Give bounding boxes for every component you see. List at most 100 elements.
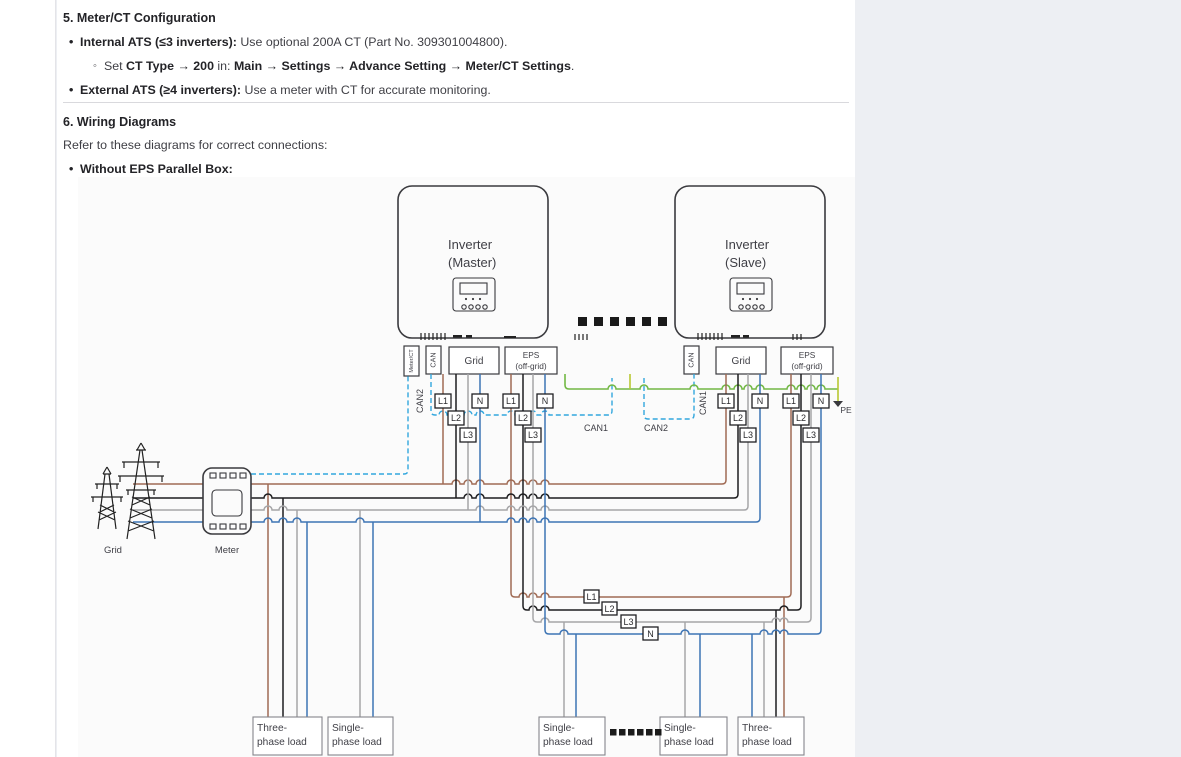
port-eps-slave-label-1: EPS <box>799 350 816 360</box>
document-page: 5. Meter/CT Configuration • Internal ATS… <box>0 0 1181 757</box>
bullet-icon: • <box>69 35 73 49</box>
sub-bullet-icon: ◦ <box>93 60 97 72</box>
ellipsis-square <box>646 729 653 736</box>
grid-caption: Grid <box>104 545 122 556</box>
grid-tower-large <box>118 443 164 539</box>
display-button <box>483 305 487 309</box>
bullet-icon: • <box>69 162 73 176</box>
port-meter-ct-label: Meter/CT <box>409 349 415 373</box>
meter-terminal <box>230 473 236 478</box>
display-dot <box>742 298 744 300</box>
label-n: N <box>818 396 825 406</box>
label-n: N <box>647 629 654 639</box>
terminal-mark <box>453 335 462 338</box>
port-eps-slave-label-2: (off-grid) <box>791 361 822 371</box>
display-button <box>469 305 473 309</box>
display-button <box>739 305 743 309</box>
wire-l2-grid-bus <box>251 374 738 498</box>
label-n: N <box>477 396 484 406</box>
inverter-slave-label-1: Inverter <box>725 237 770 252</box>
load-label: phase load <box>257 737 307 748</box>
inverter-master-label-2: (Master) <box>448 255 496 270</box>
display-dot <box>756 298 758 300</box>
display-button <box>760 305 764 309</box>
meter-terminal <box>220 473 226 478</box>
content-panel: 5. Meter/CT Configuration • Internal ATS… <box>57 0 855 757</box>
display-screen <box>460 283 487 294</box>
section-6-heading: 6. Wiring Diagrams <box>63 115 176 129</box>
ellipsis-square <box>626 317 635 326</box>
inverter-master: Inverter (Master) <box>398 186 587 340</box>
ellipsis-square <box>610 317 619 326</box>
left-margin-pane <box>0 0 56 757</box>
display-dot <box>749 298 751 300</box>
meter-terminal <box>220 524 226 529</box>
load-label: Three- <box>257 723 287 734</box>
label-l2: L2 <box>518 413 528 423</box>
label-n: N <box>757 396 764 406</box>
section-divider <box>63 102 849 103</box>
ellipsis-square <box>628 729 635 736</box>
sub-bullet-ct-type-text: Set CT Type → 200 in: Main → Settings → … <box>104 59 574 73</box>
meter-caption: Meter <box>215 545 239 556</box>
master-ports: Meter/CT CAN Grid EPS (off-grid) <box>404 346 557 376</box>
meter-screen <box>212 490 242 516</box>
display-button <box>476 305 480 309</box>
load-label: Single- <box>543 723 575 734</box>
bullet-icon: • <box>69 83 73 97</box>
meter-terminal <box>210 524 216 529</box>
label-l3: L3 <box>623 617 633 627</box>
display-button <box>753 305 757 309</box>
inverter-slave-terminals <box>698 333 801 340</box>
label-l3: L3 <box>743 430 753 440</box>
wiring-diagram-figure: Inverter (Master) <box>78 177 855 757</box>
pe-label: PE <box>840 405 852 415</box>
can1-vertical-label: CAN1 <box>698 391 708 415</box>
pe-ground-wires: PE <box>565 374 852 415</box>
wire-can-chain-2 <box>644 374 694 419</box>
terminal-mark <box>504 336 516 338</box>
inverter-master-display <box>453 278 495 311</box>
load-label: Single- <box>332 723 364 734</box>
label-l1: L1 <box>586 592 596 602</box>
label-l3: L3 <box>806 430 816 440</box>
ellipsis-square <box>655 729 662 736</box>
display-dot <box>472 298 474 300</box>
terminal-mark <box>731 335 740 338</box>
wiring-diagram-svg: Inverter (Master) <box>78 177 855 757</box>
meter-terminal <box>210 473 216 478</box>
ellipsis-square <box>610 729 617 736</box>
label-l2: L2 <box>733 413 743 423</box>
ellipsis-square <box>658 317 667 326</box>
energy-meter-icon: Meter <box>203 468 251 556</box>
inverter-slave: Inverter (Slave) <box>675 186 825 340</box>
section-5-heading: 5. Meter/CT Configuration <box>63 11 216 25</box>
wire-pe-bus <box>565 374 838 389</box>
port-grid-slave-label: Grid <box>732 356 751 367</box>
can1-label: CAN1 <box>584 423 608 433</box>
more-loads-ellipsis <box>610 729 662 736</box>
label-l1: L1 <box>438 396 448 406</box>
inverter-master-label-1: Inverter <box>448 237 493 252</box>
meter-terminal <box>240 524 246 529</box>
terminal-ticks <box>698 333 722 340</box>
terminal-mark <box>743 335 749 338</box>
label-l1: L1 <box>786 396 796 406</box>
wire-meter-comm <box>251 376 408 474</box>
slave-ports: CAN Grid EPS (off-grid) <box>684 346 833 374</box>
meter-terminal <box>230 524 236 529</box>
port-eps-master-label-2: (off-grid) <box>515 361 546 371</box>
inverter-slave-display <box>730 278 772 311</box>
load-label: phase load <box>543 737 593 748</box>
terminal-ticks <box>793 334 801 340</box>
bullet-internal-ats-text: Internal ATS (≤3 inverters): Use optiona… <box>80 35 507 49</box>
wire-can-chain-1 <box>431 374 612 415</box>
label-l2: L2 <box>604 604 614 614</box>
can2-label: CAN2 <box>644 423 668 433</box>
inverter-master-terminals <box>421 333 587 340</box>
ellipsis-square <box>619 729 626 736</box>
load-label: phase load <box>742 737 792 748</box>
terminal-ticks <box>575 334 587 340</box>
more-inverters-ellipsis <box>578 317 667 326</box>
load-label: phase load <box>664 737 714 748</box>
